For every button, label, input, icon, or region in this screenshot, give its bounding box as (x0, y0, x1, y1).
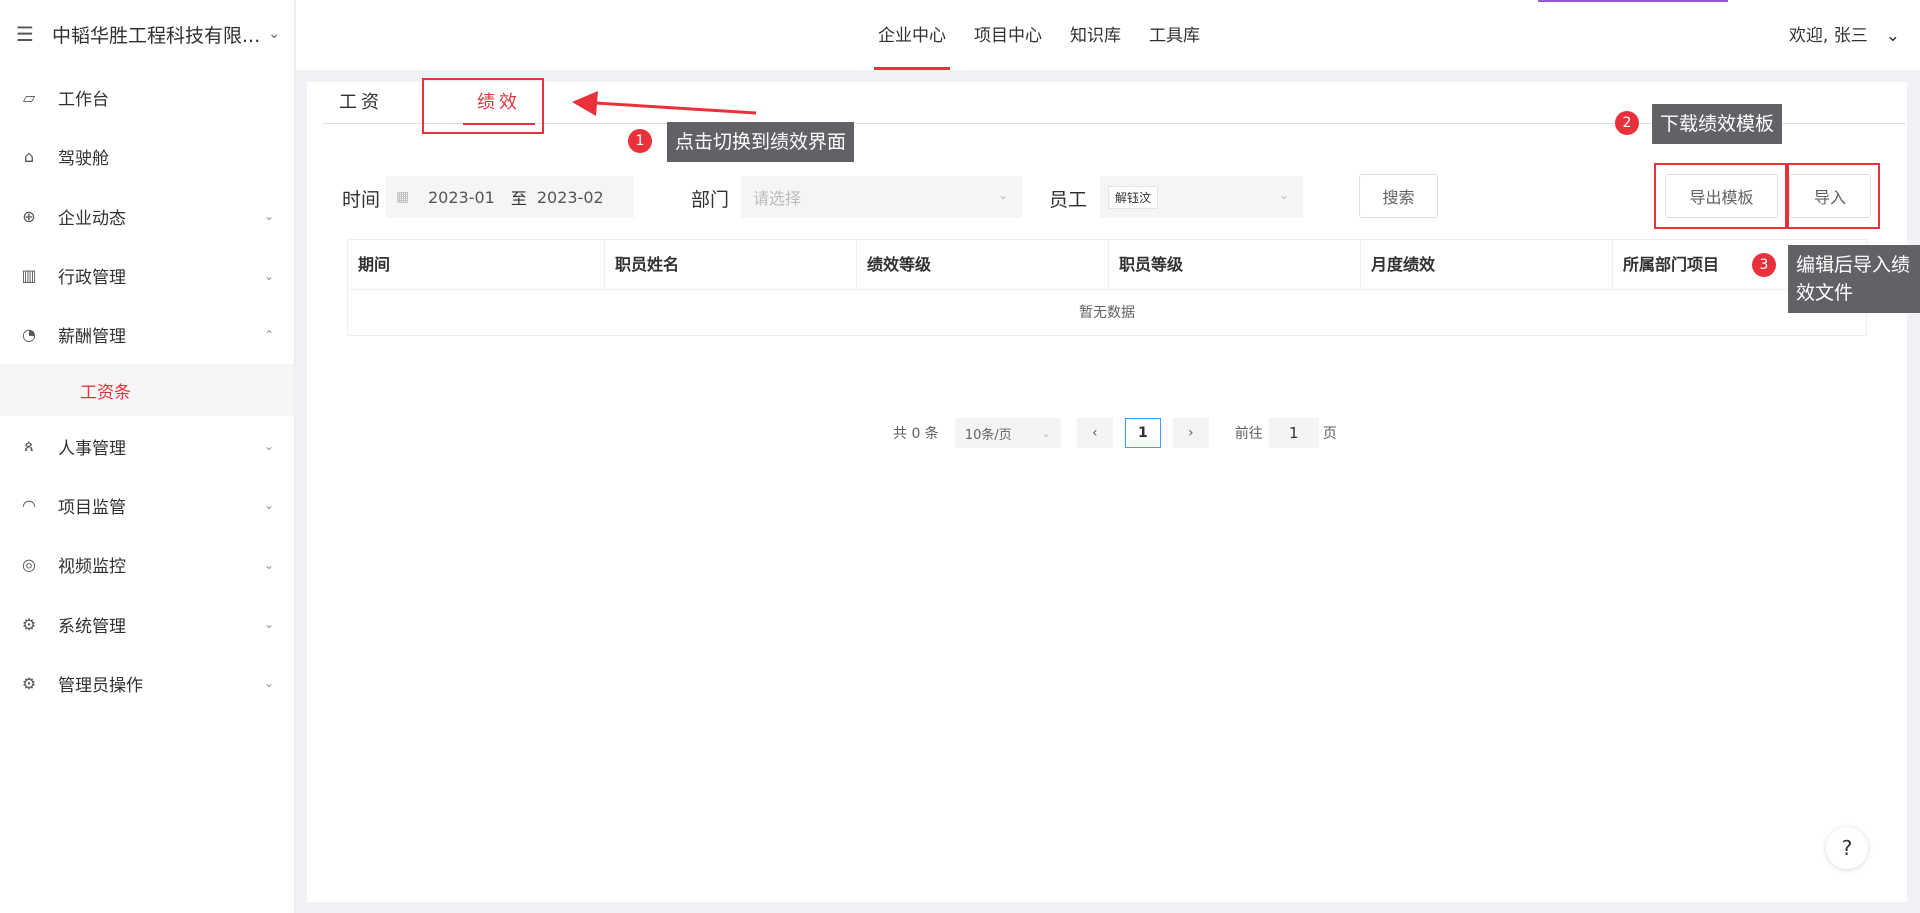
annotation-arrow (572, 91, 757, 116)
annotation-callout-2: 下载绩效模板 (1652, 104, 1783, 144)
annotation-callout-3: 编辑后导入绩效文件 (1788, 245, 1920, 313)
annotation-badge-1: 1 (628, 129, 652, 153)
annotation-badge-2: 2 (1615, 111, 1639, 135)
annotation-badge-3: 3 (1752, 253, 1776, 277)
arrow-shaft (594, 101, 757, 115)
arrow-head (572, 91, 598, 116)
annotation-callout-1: 点击切换到绩效界面 (667, 122, 855, 162)
